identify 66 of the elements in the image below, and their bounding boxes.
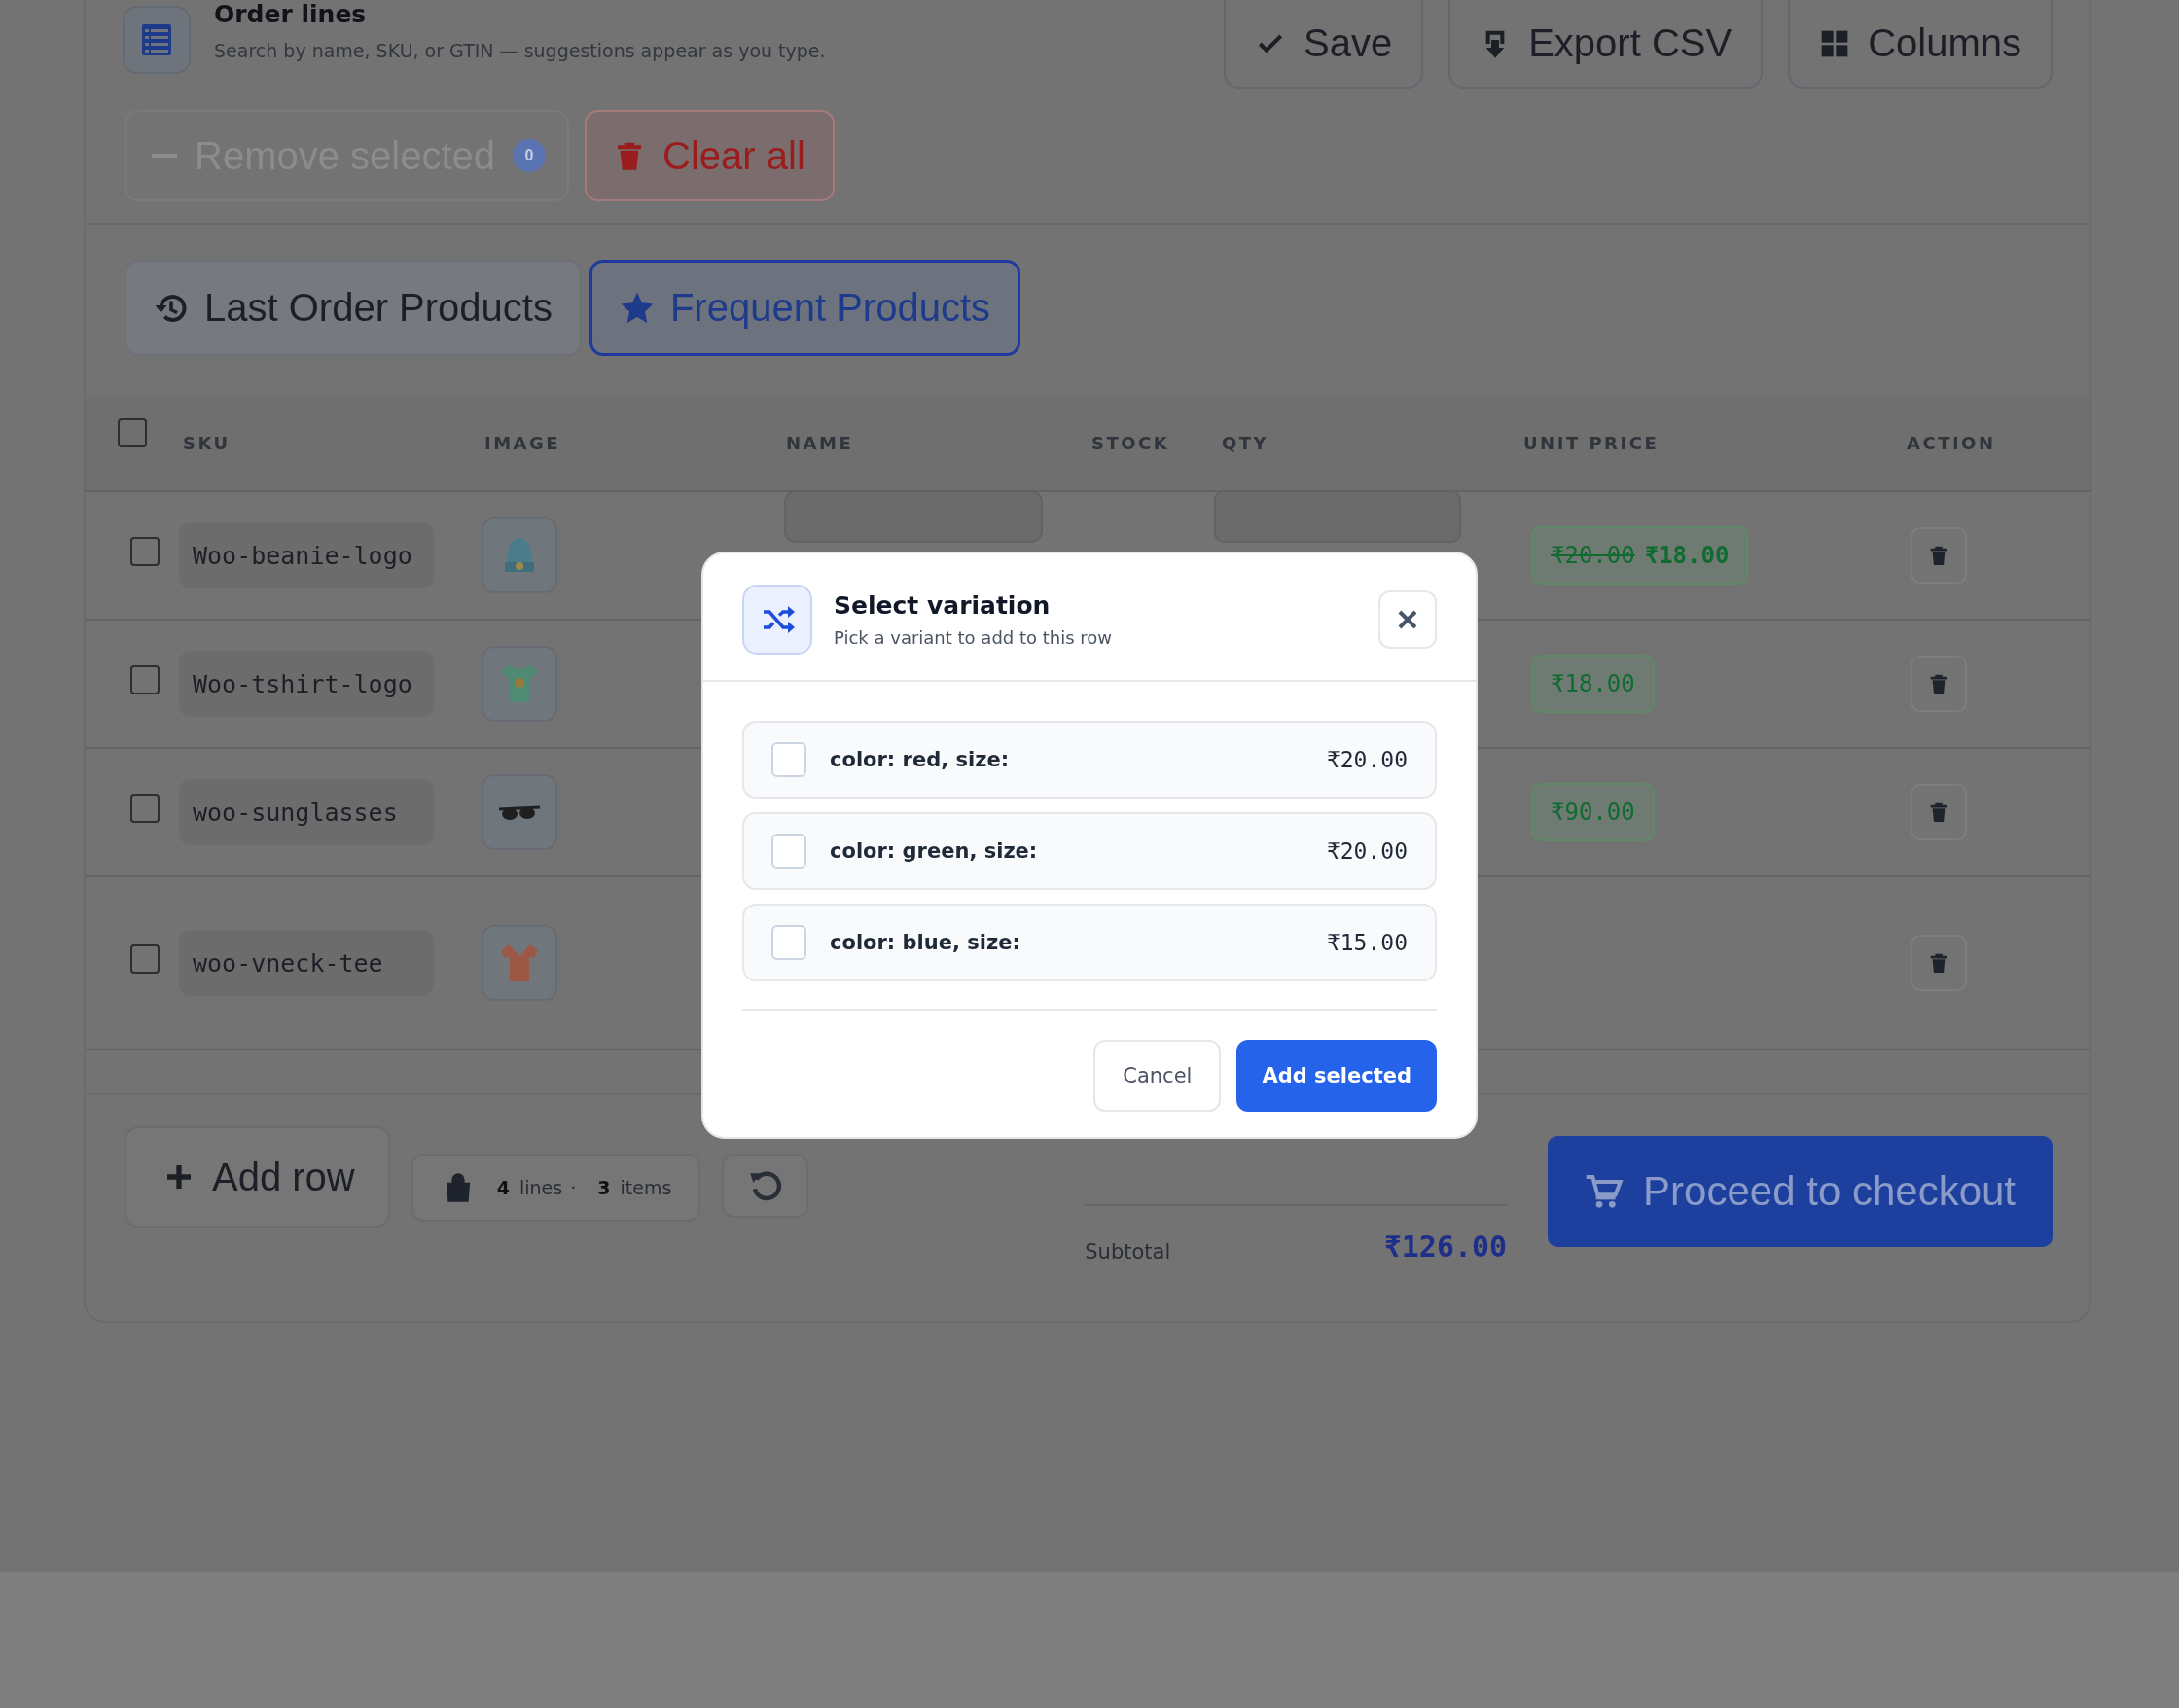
option-price: ₹20.00 xyxy=(1326,747,1408,772)
separator-dot: · xyxy=(570,1177,577,1198)
option-price: ₹20.00 xyxy=(1326,838,1408,864)
option-checkbox[interactable] xyxy=(771,834,806,869)
tab[interactable]: Frequent Products xyxy=(589,260,1020,356)
price-badge: ₹90.00 xyxy=(1531,783,1655,841)
column-header: STOCK xyxy=(1090,432,1171,453)
row-checkbox[interactable] xyxy=(130,537,160,566)
shuffle-icon xyxy=(742,585,812,655)
items-count: 3 xyxy=(597,1177,611,1198)
row-checkbox[interactable] xyxy=(130,794,160,823)
cancel-button[interactable]: Cancel xyxy=(1093,1040,1222,1112)
add-selected-button[interactable]: Add selected xyxy=(1236,1040,1437,1112)
sku-field[interactable]: Woo-beanie-logo xyxy=(179,522,434,588)
select-all-checkbox[interactable] xyxy=(118,418,147,447)
row-checkbox[interactable] xyxy=(130,665,160,694)
sku-field[interactable]: Woo-tshirt-logo xyxy=(179,651,434,717)
column-header: IMAGE xyxy=(483,432,562,453)
trash-icon xyxy=(1928,801,1949,823)
subtotal-label: Subtotal xyxy=(1085,1240,1171,1263)
lines-count: 4 xyxy=(496,1177,510,1198)
cart-icon xyxy=(1585,1172,1625,1211)
option-label: color: red, size: xyxy=(830,748,1011,771)
trash-icon xyxy=(1928,952,1949,974)
column-header: UNIT PRICE xyxy=(1522,432,1661,453)
variation-option[interactable]: color: blue, size: ₹15.00 xyxy=(742,904,1437,981)
column-header: NAME xyxy=(785,432,855,453)
delete-button[interactable] xyxy=(1911,935,1967,991)
column-header: SKU xyxy=(182,432,232,453)
tab[interactable]: Last Order Products xyxy=(125,260,582,356)
export-button[interactable]: Export CSV xyxy=(1448,0,1764,89)
dialog-title: Select variation xyxy=(834,591,1052,620)
subtotal-value: ₹126.00 xyxy=(1383,1229,1508,1263)
option-checkbox[interactable] xyxy=(771,742,806,777)
refresh-button[interactable] xyxy=(722,1154,809,1218)
columns-button[interactable]: Columns xyxy=(1788,0,2053,89)
section-subtitle: Search by name, SKU, or GTIN — suggestions appear as you type. xyxy=(214,40,826,61)
column-header: QTY xyxy=(1221,432,1270,453)
items-label: items xyxy=(620,1177,672,1198)
delete-button[interactable] xyxy=(1911,784,1967,840)
column-header: ACTION xyxy=(1906,432,1997,453)
close-button[interactable] xyxy=(1378,590,1437,649)
variation-option[interactable]: color: red, size: ₹20.00 xyxy=(742,721,1437,799)
variation-option[interactable]: color: green, size: ₹20.00 xyxy=(742,812,1437,890)
trash-icon xyxy=(1928,545,1949,566)
price-badge: ₹20.00 ₹18.00 xyxy=(1531,526,1749,585)
trash-icon xyxy=(1928,673,1949,694)
save-button[interactable]: Save xyxy=(1224,0,1424,89)
close-icon xyxy=(1396,608,1419,631)
price-badge: ₹18.00 xyxy=(1531,655,1655,713)
option-label: color: green, size: xyxy=(830,839,1039,863)
list-icon xyxy=(123,6,191,74)
lines-label: lines xyxy=(519,1177,563,1198)
delete-button[interactable] xyxy=(1911,656,1967,712)
section-title: Order lines xyxy=(214,0,368,28)
sku-field[interactable]: woo-sunglasses xyxy=(179,779,434,845)
count-badge: 0 xyxy=(513,139,547,172)
add-row-button[interactable]: Add row xyxy=(125,1126,390,1228)
dialog-subtitle: Pick a variant to add to this row xyxy=(834,627,1114,648)
option-price: ₹15.00 xyxy=(1326,930,1408,955)
row-checkbox[interactable] xyxy=(130,944,160,974)
delete-button[interactable] xyxy=(1911,527,1967,584)
checkout-button[interactable]: Proceed to checkout xyxy=(1548,1136,2053,1247)
sku-field[interactable]: woo-vneck-tee xyxy=(179,930,434,996)
option-checkbox[interactable] xyxy=(771,925,806,960)
option-label: color: blue, size: xyxy=(830,931,1021,954)
